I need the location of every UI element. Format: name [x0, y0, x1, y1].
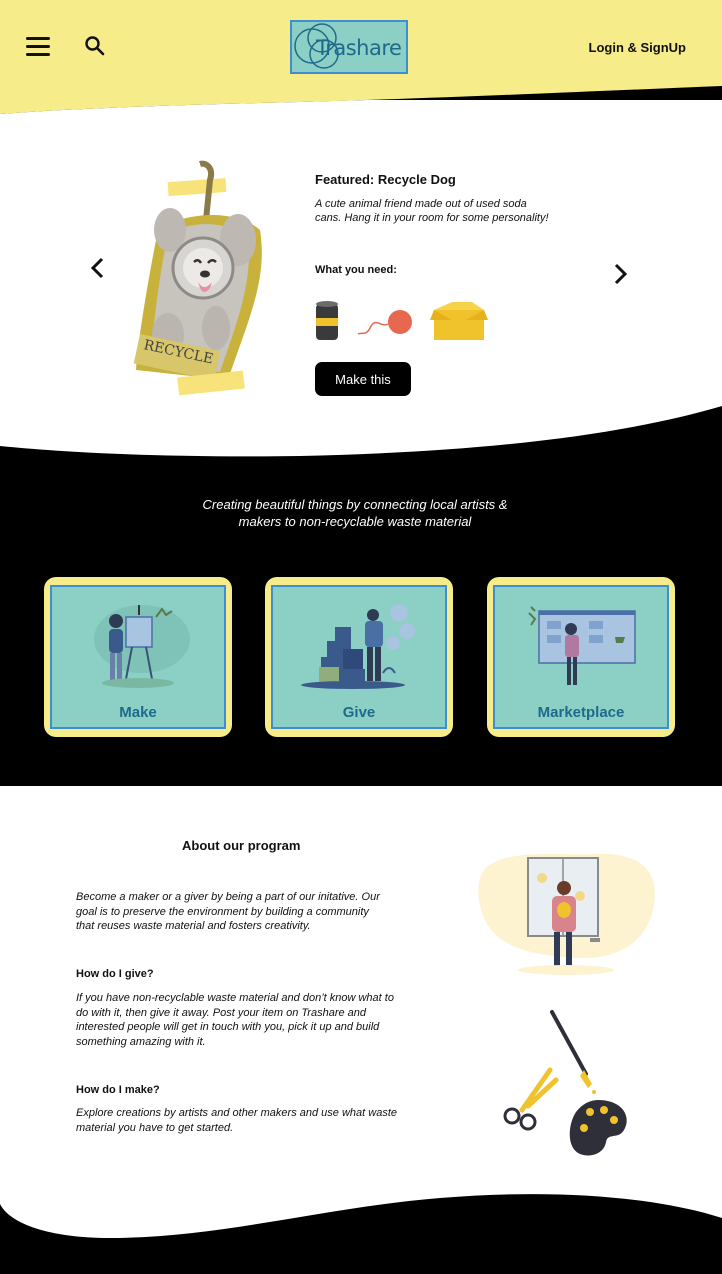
make-card[interactable]: Make	[44, 577, 232, 737]
about-title: About our program	[182, 838, 301, 853]
marketplace-card-panel: Marketplace	[493, 585, 669, 729]
give-line: interested people will get in touch with…	[76, 1021, 380, 1033]
recycle-dog-image: RECYCLE	[133, 160, 262, 396]
marketplace-card-label: Marketplace	[537, 704, 625, 721]
about-intro-line: that reuses waste material and fosters c…	[76, 920, 311, 932]
how-to-give-heading: How do I give?	[76, 968, 154, 980]
logo-text: Trashare	[316, 36, 402, 60]
make-line: material you have to get started.	[76, 1121, 234, 1134]
search-icon[interactable]	[84, 35, 106, 57]
tagline-line-2: makers to non-recyclable waste material	[238, 514, 472, 529]
give-card-label: Give	[342, 704, 376, 721]
about-intro: Become a maker or a giver by being a par…	[76, 890, 426, 934]
marketplace-card[interactable]: Marketplace	[487, 577, 675, 737]
trashare-logo[interactable]: Trashare	[290, 20, 408, 74]
make-this-button[interactable]: Make this	[315, 362, 411, 396]
give-line: do with it, then give it away. Post your…	[76, 1006, 367, 1019]
soda-can-icon	[316, 301, 338, 340]
what-you-need-label: What you need:	[315, 264, 397, 276]
yarn-ball-icon	[357, 310, 412, 335]
scissors-icon	[503, 1067, 559, 1131]
about-section: About our program Become a maker or a gi…	[0, 786, 722, 1246]
give-card[interactable]: Give	[265, 577, 453, 737]
about-intro-line: goal is to preserve the environment by b…	[76, 905, 369, 918]
make-card-panel: Make	[50, 585, 226, 729]
art-tools-illustration	[503, 1010, 627, 1156]
hamburger-menu-icon[interactable]	[26, 37, 50, 57]
login-signup-link[interactable]: Login & SignUp	[589, 40, 686, 55]
chevron-right-icon[interactable]	[610, 262, 630, 286]
tagline: Creating beautiful things by connecting …	[160, 496, 550, 530]
palette-icon	[569, 1100, 627, 1156]
make-line: Explore creations by artists and other m…	[76, 1107, 397, 1119]
featured-title: Featured: Recycle Dog	[315, 172, 456, 187]
give-card-panel: Give	[271, 585, 447, 729]
how-to-make-text: Explore creations by artists and other m…	[76, 1106, 426, 1135]
give-line: something amazing with it.	[76, 1035, 206, 1048]
about-intro-line: Become a maker or a giver by being a par…	[76, 891, 380, 903]
how-to-make-heading: How do I make?	[76, 1084, 160, 1096]
give-line: If you have non-recyclable waste materia…	[76, 992, 394, 1004]
box-icon	[430, 302, 488, 340]
needed-items	[316, 301, 488, 340]
tagline-line-1: Creating beautiful things by connecting …	[202, 497, 508, 512]
woman-at-window-illustration	[478, 853, 655, 975]
chevron-left-icon[interactable]	[88, 256, 108, 280]
featured-section: RECYCLE Featured: Recycle Dog A cute ani…	[0, 100, 722, 470]
make-card-label: Make	[119, 704, 157, 721]
how-to-give-text: If you have non-recyclable waste materia…	[76, 991, 426, 1049]
paintbrush-icon	[550, 1010, 596, 1094]
featured-description: A cute animal friend made out of used so…	[315, 198, 549, 224]
